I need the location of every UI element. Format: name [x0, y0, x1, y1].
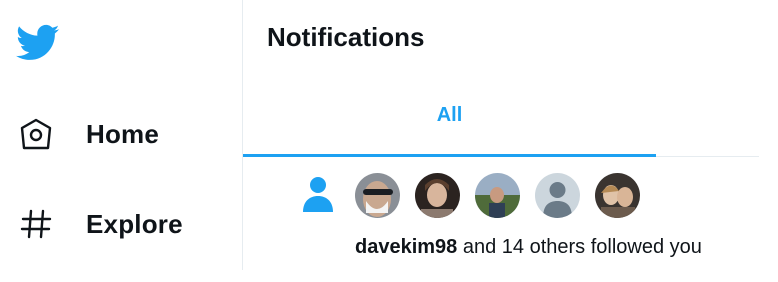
sidebar-item-home[interactable]: Home [16, 110, 159, 158]
avatar[interactable] [355, 173, 400, 218]
tab-label: All [436, 103, 463, 126]
notification-text: davekim98 and 14 others followed you [355, 236, 702, 259]
page-title: Notifications [267, 22, 425, 52]
main-column: Notifications All davekim98 and 14 other… [243, 0, 759, 282]
person-icon [301, 175, 335, 215]
avatar[interactable] [415, 173, 460, 218]
sidebar-item-explore[interactable]: Explore [16, 200, 183, 248]
notification-item[interactable]: davekim98 and 14 others followed you [243, 157, 759, 282]
avatar[interactable] [475, 173, 520, 218]
twitter-bird-icon[interactable] [16, 24, 60, 62]
avatar-default[interactable] [535, 173, 580, 218]
twitter-app: Home Explore Notifications All davekim98… [0, 0, 778, 282]
sidebar-item-label: Explore [86, 208, 183, 239]
notification-message: and 14 others followed you [457, 236, 702, 258]
avatar-group [355, 173, 640, 218]
tab-bar: All [243, 78, 759, 157]
avatar[interactable] [595, 173, 640, 218]
tab-all[interactable]: All [243, 78, 656, 157]
hashtag-icon [16, 204, 56, 244]
home-icon [16, 114, 56, 154]
sidebar: Home Explore [0, 0, 243, 270]
sidebar-item-label: Home [86, 118, 160, 149]
notification-username[interactable]: davekim98 [355, 236, 457, 258]
